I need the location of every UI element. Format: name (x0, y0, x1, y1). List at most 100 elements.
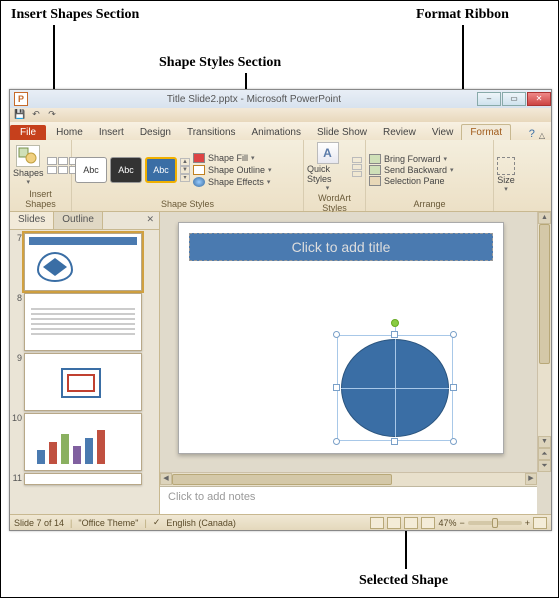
outline-icon (193, 165, 205, 175)
tab-slideshow[interactable]: Slide Show (309, 125, 375, 140)
shape-style-swatch[interactable]: Abc (110, 157, 142, 183)
thumb-number: 7 (12, 233, 24, 291)
panel-tab-slides[interactable]: Slides (10, 212, 54, 229)
tab-transitions[interactable]: Transitions (179, 125, 244, 140)
tab-animations[interactable]: Animations (244, 125, 309, 140)
slide-thumbnail[interactable] (24, 413, 142, 471)
title-placeholder[interactable]: Click to add title (189, 233, 493, 261)
tab-design[interactable]: Design (132, 125, 179, 140)
qat-save-icon[interactable]: 💾 (14, 109, 26, 121)
thumb-number: 10 (12, 413, 24, 471)
chevron-down-icon: ▾ (450, 166, 454, 174)
qat-undo-icon[interactable]: ↶ (30, 109, 42, 121)
gallery-spinner[interactable]: ▲▼▾ (180, 158, 190, 182)
view-normal-icon[interactable] (370, 517, 384, 529)
notes-pane[interactable]: Click to add notes (160, 486, 537, 514)
slide-thumbnail[interactable] (24, 293, 142, 351)
quick-styles-button[interactable]: A Quick Styles ▾ (307, 142, 348, 192)
collapse-ribbon-icon[interactable]: △ (539, 131, 545, 140)
spellcheck-icon[interactable]: ✓ (153, 517, 161, 528)
panel-tab-outline[interactable]: Outline (54, 212, 103, 229)
scroll-thumb[interactable] (172, 474, 392, 485)
resize-handle[interactable] (450, 384, 457, 391)
zoom-level[interactable]: 47% (438, 518, 456, 528)
slide-thumbnail[interactable] (24, 233, 142, 291)
horizontal-scrollbar[interactable]: ◀ ▶ (160, 472, 537, 486)
fit-to-window-icon[interactable] (533, 517, 547, 529)
slide-thumbnail[interactable] (24, 353, 142, 411)
minimize-button[interactable]: – (477, 92, 501, 106)
resize-handle[interactable] (450, 331, 457, 338)
slide-canvas[interactable]: Click to add title (160, 212, 551, 472)
shape-fill-button[interactable]: Shape Fill▾ (193, 153, 272, 163)
bring-forward-button[interactable]: Bring Forward▾ (369, 154, 454, 164)
group-shape-styles: Abc Abc Abc ▲▼▾ Shape Fill▾ Shape Outlin… (72, 140, 304, 211)
next-slide-icon[interactable]: ⏷ (538, 460, 551, 472)
chevron-down-icon: ▾ (251, 154, 255, 162)
slide-thumbnail[interactable] (24, 473, 142, 485)
shapes-button[interactable]: Shapes ▾ (13, 145, 44, 186)
close-button[interactable]: ✕ (527, 92, 551, 106)
tab-format[interactable]: Format (461, 124, 511, 140)
chevron-down-icon: ▾ (267, 178, 271, 186)
workspace: Slides Outline ✕ 7 8 (10, 212, 551, 514)
selection-pane-button[interactable]: Selection Pane (369, 176, 454, 186)
scroll-left-icon[interactable]: ◀ (160, 473, 172, 485)
send-backward-button[interactable]: Send Backward▾ (369, 165, 454, 175)
slides-panel: Slides Outline ✕ 7 8 (10, 212, 160, 514)
zoom-in-icon[interactable]: + (525, 518, 530, 528)
thumb-number: 11 (12, 473, 24, 485)
selected-shape[interactable] (331, 329, 459, 447)
qat-redo-icon[interactable]: ↷ (46, 109, 58, 121)
send-backward-icon (369, 165, 381, 175)
help-icon[interactable]: ? (529, 128, 535, 140)
resize-handle[interactable] (333, 331, 340, 338)
wordart-mini-tools[interactable] (352, 157, 362, 177)
language-status[interactable]: English (Canada) (166, 518, 236, 528)
file-tab[interactable]: File (10, 125, 46, 140)
resize-handle[interactable] (333, 438, 340, 445)
panel-close-icon[interactable]: ✕ (141, 212, 159, 229)
selection-guide (395, 339, 396, 437)
scroll-up-icon[interactable]: ▲ (538, 212, 551, 224)
resize-handle[interactable] (450, 438, 457, 445)
shape-outline-label: Shape Outline (208, 165, 265, 175)
zoom-thumb[interactable] (492, 518, 498, 528)
effects-icon (193, 177, 205, 187)
resize-handle[interactable] (391, 438, 398, 445)
resize-handle[interactable] (333, 384, 340, 391)
tab-insert[interactable]: Insert (91, 125, 132, 140)
tab-home[interactable]: Home (48, 125, 91, 140)
maximize-button[interactable]: ▭ (502, 92, 526, 106)
scroll-thumb[interactable] (539, 224, 550, 364)
send-backward-label: Send Backward (384, 165, 447, 175)
vertical-scrollbar[interactable]: ▲ ▼ ⏶ ⏷ (537, 212, 551, 472)
prev-slide-icon[interactable]: ⏶ (538, 448, 551, 460)
size-button[interactable]: Size ▾ (497, 157, 515, 193)
zoom-slider[interactable] (468, 521, 522, 525)
shape-style-swatch-selected[interactable]: Abc (145, 157, 177, 183)
rotate-handle[interactable] (391, 319, 399, 327)
quick-styles-label: Quick Styles (307, 164, 348, 184)
view-slideshow-icon[interactable] (421, 517, 435, 529)
scroll-down-icon[interactable]: ▼ (538, 436, 551, 448)
shapes-label: Shapes (13, 168, 44, 178)
window-title: Title Slide2.pptx - Microsoft PowerPoint (32, 94, 476, 105)
zoom-out-icon[interactable]: − (459, 518, 464, 528)
group-label (497, 208, 548, 209)
shape-effects-button[interactable]: Shape Effects▾ (193, 177, 272, 187)
bring-forward-label: Bring Forward (384, 154, 441, 164)
thumb-number: 8 (12, 293, 24, 351)
ribbon: Shapes ▾ Insert Shapes Abc Abc Abc ▲▼▾ (10, 140, 551, 212)
shape-style-swatch[interactable]: Abc (75, 157, 107, 183)
view-sorter-icon[interactable] (387, 517, 401, 529)
scroll-right-icon[interactable]: ▶ (525, 473, 537, 485)
main-area: Click to add title (160, 212, 551, 514)
shape-outline-button[interactable]: Shape Outline▾ (193, 165, 272, 175)
chevron-down-icon: ▾ (504, 185, 508, 193)
tab-review[interactable]: Review (375, 125, 424, 140)
theme-name: "Office Theme" (78, 518, 138, 528)
resize-handle[interactable] (391, 331, 398, 338)
tab-view[interactable]: View (424, 125, 462, 140)
view-reading-icon[interactable] (404, 517, 418, 529)
